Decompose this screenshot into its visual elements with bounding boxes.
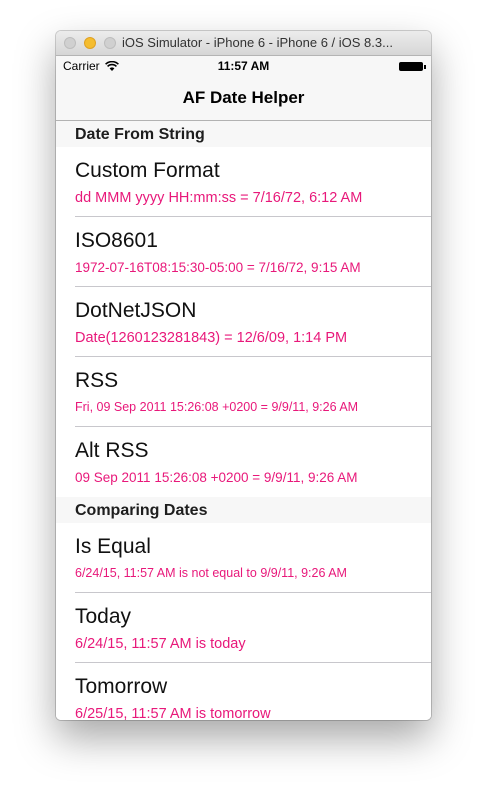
row-title: Alt RSS — [75, 439, 149, 462]
list-item-alt-rss[interactable]: Alt RSS 09 Sep 2011 15:26:08 +0200 = 9/9… — [56, 427, 431, 497]
device-screen: Carrier 11:57 AM AF Date Helper Date Fro… — [56, 56, 431, 720]
nav-title: AF Date Helper — [182, 88, 305, 107]
status-bar: Carrier 11:57 AM — [56, 56, 431, 76]
list-item-custom-format[interactable]: Custom Format dd MMM yyyy HH:mm:ss = 7/1… — [56, 147, 431, 217]
row-subtitle: 6/25/15, 11:57 AM is tomorrow — [75, 706, 271, 720]
date-table[interactable]: Date From String Custom Format dd MMM yy… — [56, 121, 431, 720]
section-header-comparing-dates: Comparing Dates — [56, 497, 431, 523]
navigation-bar: AF Date Helper — [56, 76, 431, 121]
row-title: DotNetJSON — [75, 299, 197, 322]
battery-icon — [399, 62, 426, 71]
row-title: RSS — [75, 369, 119, 392]
row-title: Custom Format — [75, 159, 220, 182]
row-subtitle: 1972-07-16T08:15:30-05:00 = 7/16/72, 9:1… — [75, 260, 361, 275]
list-item-is-equal[interactable]: Is Equal 6/24/15, 11:57 AM is not equal … — [56, 523, 431, 593]
list-item-dotnetjson[interactable]: DotNetJSON Date(1260123281843) = 12/6/09… — [56, 287, 431, 357]
window-title: iOS Simulator - iPhone 6 - iPhone 6 / iO… — [122, 35, 393, 50]
row-subtitle: dd MMM yyyy HH:mm:ss = 7/16/72, 6:12 AM — [75, 190, 363, 206]
list-item-tomorrow[interactable]: Tomorrow 6/25/15, 11:57 AM is tomorrow — [56, 663, 431, 720]
row-subtitle: Fri, 09 Sep 2011 15:26:08 +0200 = 9/9/11… — [75, 400, 359, 414]
zoom-window-button[interactable] — [104, 37, 116, 49]
row-subtitle: 6/24/15, 11:57 AM is not equal to 9/9/11… — [75, 566, 347, 580]
row-subtitle: 6/24/15, 11:57 AM is today — [75, 636, 246, 652]
window-titlebar[interactable]: iOS Simulator - iPhone 6 - iPhone 6 / iO… — [56, 31, 431, 56]
list-item-iso8601[interactable]: ISO8601 1972-07-16T08:15:30-05:00 = 7/16… — [56, 217, 431, 287]
minimize-window-button[interactable] — [84, 37, 96, 49]
section-header-date-from-string: Date From String — [56, 121, 431, 147]
row-subtitle: 09 Sep 2011 15:26:08 +0200 = 9/9/11, 9:2… — [75, 470, 358, 485]
row-title: Today — [75, 605, 132, 628]
list-item-rss[interactable]: RSS Fri, 09 Sep 2011 15:26:08 +0200 = 9/… — [56, 357, 431, 427]
simulator-window: iOS Simulator - iPhone 6 - iPhone 6 / iO… — [56, 31, 431, 720]
status-time: 11:57 AM — [217, 59, 270, 73]
row-title: Is Equal — [75, 535, 151, 558]
row-subtitle: Date(1260123281843) = 12/6/09, 1:14 PM — [75, 330, 348, 346]
row-title: ISO8601 — [75, 229, 158, 252]
close-window-button[interactable] — [64, 37, 76, 49]
list-item-today[interactable]: Today 6/24/15, 11:57 AM is today — [56, 593, 431, 663]
row-title: Tomorrow — [75, 675, 168, 698]
